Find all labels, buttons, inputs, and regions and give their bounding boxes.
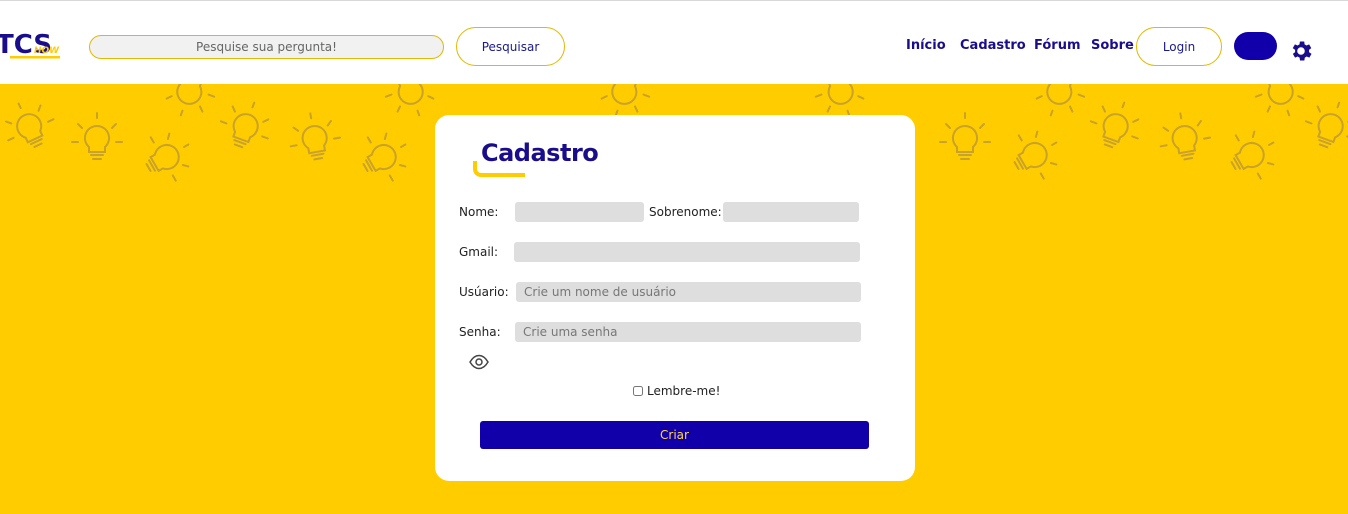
gear-icon[interactable] — [1288, 38, 1314, 64]
eye-icon[interactable] — [469, 354, 489, 370]
search-input[interactable] — [89, 35, 444, 59]
search-button[interactable]: Pesquisar — [456, 27, 565, 66]
nome-label: Nome: — [459, 205, 499, 219]
nav-link-cadastro[interactable]: Cadastro — [960, 38, 1026, 53]
logo-subtext: HOW — [34, 46, 60, 56]
sobrenome-label: Sobrenome: — [649, 205, 722, 219]
gmail-field[interactable] — [514, 242, 860, 262]
senha-label: Senha: — [459, 325, 501, 339]
remember-me[interactable]: Lembre-me! — [633, 384, 720, 398]
page-title: Cadastro — [481, 139, 599, 167]
nav-link-inicio[interactable]: Início — [906, 38, 946, 53]
gmail-label: Gmail: — [459, 245, 499, 259]
nav-link-sobre[interactable]: Sobre — [1091, 38, 1134, 53]
tcshow-logo[interactable]: TCS HOW — [0, 23, 64, 63]
signup-card: Cadastro Nome: Sobrenome: Gmail: Usúario… — [435, 115, 915, 481]
top-navbar: TCS HOW Pesquisar Início Cadastro Fórum … — [0, 0, 1348, 84]
nav-link-forum[interactable]: Fórum — [1034, 38, 1081, 53]
create-button[interactable]: Criar — [480, 421, 869, 449]
sobrenome-field[interactable] — [723, 202, 859, 222]
remember-checkbox[interactable] — [633, 386, 643, 396]
usuario-label: Usúario: — [459, 285, 509, 299]
theme-toggle[interactable] — [1234, 32, 1277, 60]
password-field[interactable] — [515, 322, 861, 342]
nome-field[interactable] — [515, 202, 644, 222]
logo-underline — [10, 56, 60, 59]
remember-label: Lembre-me! — [647, 384, 721, 398]
login-button[interactable]: Login — [1136, 27, 1222, 66]
username-field[interactable] — [516, 282, 861, 302]
